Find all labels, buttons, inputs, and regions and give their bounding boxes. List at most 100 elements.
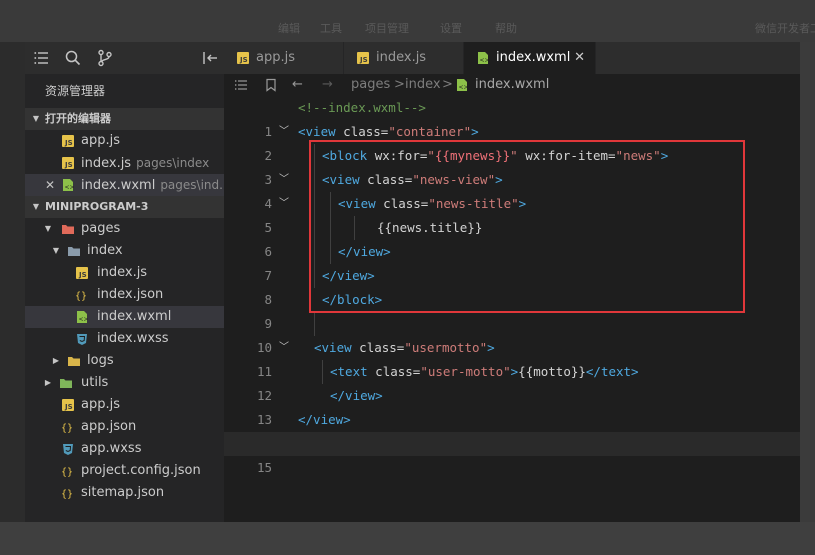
- tab-index-js[interactable]: JS index.js: [344, 42, 464, 74]
- js-file-icon: JS: [61, 156, 75, 170]
- open-editor-path: pages\index: [136, 156, 210, 170]
- chevron-right-icon: ▶: [52, 356, 60, 365]
- open-editor-item[interactable]: JS index.js pages\index: [25, 152, 224, 174]
- close-icon[interactable]: ✕: [45, 174, 55, 196]
- menu-item-help[interactable]: 帮助: [495, 20, 517, 36]
- breadcrumb-separator: >: [442, 77, 453, 92]
- menu-item-devtools[interactable]: 微信开发者工具: [755, 20, 815, 36]
- svg-text:JS: JS: [239, 56, 248, 64]
- split-editor-icon[interactable]: [200, 48, 220, 68]
- close-icon[interactable]: ✕: [574, 42, 585, 74]
- code-line: 14 </view>: [224, 408, 800, 451]
- code-line: 11 ﹀ <view class="usermotto">: [224, 336, 800, 379]
- svg-text:{}: {}: [61, 489, 73, 500]
- css-file-icon: [75, 332, 89, 346]
- tree-item-label: index: [87, 243, 123, 258]
- svg-text:{}: {}: [61, 423, 73, 434]
- tree-folder-logs[interactable]: ▶ logs: [25, 350, 224, 372]
- tab-index-wxml[interactable]: <> index.wxml ✕: [464, 42, 596, 74]
- tree-file-selected[interactable]: <> index.wxml: [25, 306, 224, 328]
- tree-file[interactable]: JS app.js: [25, 394, 224, 416]
- json-file-icon: {}: [61, 420, 75, 434]
- svg-text:<>: <>: [65, 184, 75, 191]
- code-line: 12 <text class="user-motto">{{motto}}</t…: [224, 360, 800, 403]
- tree-item-label: index.wxml: [97, 309, 172, 324]
- open-editor-item-active[interactable]: ✕ <> index.wxml pages\ind...: [25, 174, 224, 196]
- tree-folder-pages[interactable]: ▼ pages: [25, 218, 224, 240]
- tab-app-js[interactable]: JS app.js: [224, 42, 344, 74]
- line-number: 15: [256, 460, 272, 475]
- svg-text:<>: <>: [79, 316, 89, 323]
- window-left-edge: [0, 42, 25, 522]
- tree-item-label: sitemap.json: [81, 485, 165, 500]
- fold-chevron-icon[interactable]: ﹀: [279, 168, 289, 192]
- tree-item-label: index.js: [97, 265, 148, 280]
- tab-label: index.wxml: [496, 50, 571, 65]
- project-label: MINIPROGRAM-3: [45, 200, 149, 213]
- breadcrumb-item[interactable]: index: [405, 74, 441, 96]
- tree-item-label: utils: [81, 375, 109, 390]
- tree-item-label: app.wxss: [81, 441, 142, 456]
- back-arrow-icon[interactable]: ←: [292, 74, 303, 96]
- explorer-title: 资源管理器: [45, 84, 106, 98]
- tree-file[interactable]: JS index.js: [25, 262, 224, 284]
- svg-text:<>: <>: [459, 84, 469, 91]
- open-editor-label: index.js: [81, 156, 132, 171]
- tree-file[interactable]: app.wxss: [25, 438, 224, 460]
- menu-item-project[interactable]: 项目管理: [365, 20, 409, 36]
- open-editor-label: index.wxml: [81, 178, 156, 193]
- tree-item-label: app.json: [81, 419, 137, 434]
- folder-icon: [59, 376, 73, 390]
- tree-item-label: index.json: [97, 287, 164, 302]
- tree-item-label: index.wxss: [97, 331, 169, 346]
- code-line: 1 <!--index.wxml-->: [224, 96, 800, 139]
- breadcrumb-separator: >: [394, 77, 405, 92]
- fold-chevron-icon[interactable]: ﹀: [279, 192, 289, 216]
- chevron-down-icon: ▼: [32, 202, 40, 211]
- search-icon[interactable]: [63, 48, 83, 68]
- tree-item-label: logs: [87, 353, 114, 368]
- svg-text:<>: <>: [480, 57, 490, 64]
- code-line: 13 </view>: [224, 384, 800, 427]
- open-editors-label: 打开的编辑器: [45, 112, 111, 125]
- svg-text:JS: JS: [359, 56, 368, 64]
- wxml-file-icon: <>: [476, 51, 490, 65]
- source-control-icon[interactable]: [95, 48, 115, 68]
- json-file-icon: {}: [61, 486, 75, 500]
- menu-icon[interactable]: [32, 48, 52, 68]
- tree-folder-utils[interactable]: ▶ utils: [25, 372, 224, 394]
- tree-file[interactable]: {} app.json: [25, 416, 224, 438]
- chevron-down-icon: ▼: [52, 246, 60, 255]
- folder-icon: [61, 222, 75, 236]
- svg-text:JS: JS: [78, 271, 87, 279]
- tree-file[interactable]: {} project.config.json: [25, 460, 224, 482]
- code-editor[interactable]: 1 <!--index.wxml--> 2 ﹀ <view class="con…: [224, 96, 800, 522]
- tree-file[interactable]: {} index.json: [25, 284, 224, 306]
- open-editor-item[interactable]: JS app.js: [25, 130, 224, 152]
- chevron-down-icon: ▼: [32, 114, 40, 123]
- json-file-icon: {}: [61, 464, 75, 478]
- menu-item-tools[interactable]: 工具: [320, 20, 342, 36]
- tree-file[interactable]: {} sitemap.json: [25, 482, 224, 504]
- tree-item-label: project.config.json: [81, 463, 201, 478]
- window-right-edge: [800, 42, 815, 522]
- svg-text:JS: JS: [64, 403, 73, 411]
- chevron-down-icon: ▼: [44, 224, 52, 233]
- folder-open-icon: [67, 244, 81, 258]
- fold-chevron-icon[interactable]: ﹀: [279, 336, 289, 360]
- tree-file[interactable]: index.wxss: [25, 328, 224, 350]
- open-editor-label: app.js: [81, 133, 120, 148]
- tab-label: app.js: [256, 50, 295, 65]
- tree-folder-index[interactable]: ▼ index: [25, 240, 224, 262]
- forward-arrow-icon[interactable]: →: [322, 74, 333, 96]
- breadcrumb-item[interactable]: index.wxml: [475, 74, 549, 96]
- menu-item-edit[interactable]: 编辑: [278, 20, 300, 36]
- fold-chevron-icon[interactable]: ﹀: [279, 120, 289, 144]
- breadcrumb-item[interactable]: pages: [351, 74, 390, 96]
- project-section[interactable]: ▼ MINIPROGRAM-3: [25, 196, 224, 218]
- menu-item-settings[interactable]: 设置: [440, 20, 462, 36]
- tree-item-label: app.js: [81, 397, 120, 412]
- window-bottom-edge: [0, 522, 815, 555]
- svg-text:JS: JS: [64, 139, 73, 147]
- open-editors-section[interactable]: ▼ 打开的编辑器: [25, 108, 224, 130]
